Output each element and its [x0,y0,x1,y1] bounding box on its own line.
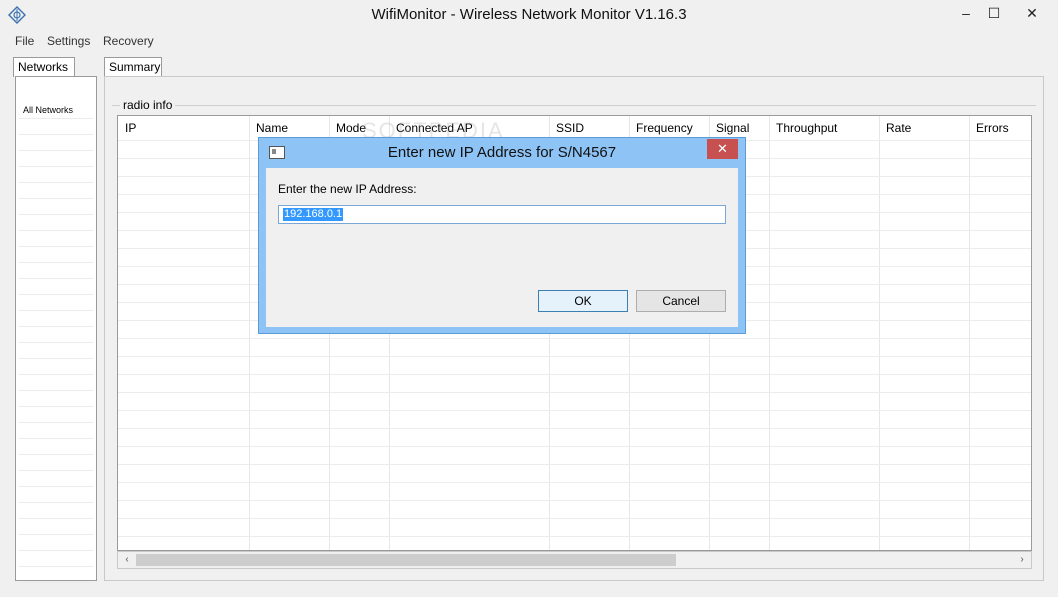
window-title: WifiMonitor - Wireless Network Monitor V… [371,6,687,23]
networks-list: All Networks [19,103,93,583]
ok-button[interactable]: OK [538,290,628,312]
column-header-rate[interactable]: Rate [879,116,969,140]
menu-bar: File Settings Recovery [0,31,1058,51]
group-divider [112,105,1036,106]
scrollbar-thumb[interactable] [136,554,676,566]
menu-settings[interactable]: Settings [47,34,90,48]
networks-panel: All Networks [15,76,97,583]
ip-address-input[interactable]: 192.168.0.1 [278,205,726,224]
scroll-right-icon[interactable]: › [1014,552,1030,568]
maximize-button[interactable]: ☐ [980,2,1008,24]
ip-address-dialog: Enter new IP Address for S/N4567 ✕ Enter… [258,137,746,334]
column-header-errors[interactable]: Errors [969,116,1031,140]
title-bar: WifiMonitor - Wireless Network Monitor V… [0,0,1058,31]
menu-recovery[interactable]: Recovery [103,34,154,48]
dialog-body: Enter the new IP Address: 192.168.0.1 OK… [266,168,738,327]
tab-networks[interactable]: Networks [13,57,75,77]
ip-address-prompt: Enter the new IP Address: [278,182,417,196]
column-header-ip[interactable]: IP [118,116,249,140]
scroll-left-icon[interactable]: ‹ [119,552,135,568]
menu-file[interactable]: File [15,34,34,48]
tab-summary[interactable]: Summary [104,57,162,77]
minimize-button[interactable]: ‒ [952,2,980,24]
horizontal-scrollbar[interactable]: ‹ › [117,551,1032,569]
ip-address-value: 192.168.0.1 [283,208,344,221]
column-header-throughput[interactable]: Throughput [769,116,879,140]
dialog-title: Enter new IP Address for S/N4567 [387,144,617,161]
close-button[interactable]: ✕ [1012,2,1052,24]
cancel-button[interactable]: Cancel [636,290,726,312]
dialog-close-button[interactable]: ✕ [707,139,738,159]
group-label-radio-info: radio info [120,98,176,112]
list-item-all-networks[interactable]: All Networks [19,103,93,119]
